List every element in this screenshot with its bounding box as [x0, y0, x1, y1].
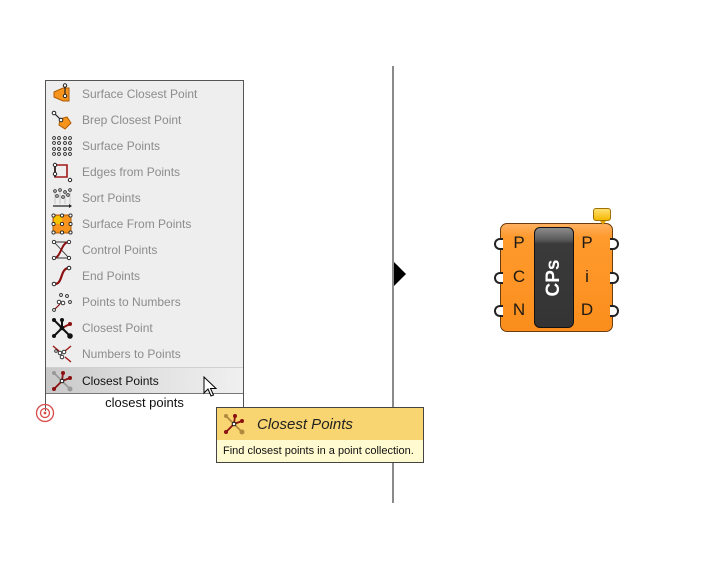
menu-item-end-points[interactable]: End Points: [46, 263, 243, 289]
component-nickname: CPs: [543, 259, 564, 296]
closest-points-icon: [51, 370, 73, 392]
menu-item-label: Surface From Points: [82, 217, 192, 231]
output-port-p[interactable]: [610, 238, 619, 250]
component-search-popup: Surface Closest Point Brep Closest Point…: [45, 80, 244, 411]
menu-item-sort-points[interactable]: Sort Points: [46, 185, 243, 211]
menu-item-label: Edges from Points: [82, 165, 181, 179]
tooltip-header: Closest Points: [217, 408, 423, 440]
tooltip-description: Find closest points in a point collectio…: [223, 445, 414, 457]
menu-item-numbers-to-points[interactable]: Numbers to Points: [46, 341, 243, 367]
menu-item-label: Surface Points: [82, 139, 161, 153]
divider-arrow-icon: [394, 262, 406, 286]
input-port-c[interactable]: [494, 272, 503, 284]
mouse-cursor-icon: [203, 375, 219, 400]
brep-closest-point-icon: [51, 109, 73, 131]
closest-point-icon: [51, 317, 73, 339]
output-label-i: i: [585, 267, 589, 286]
menu-item-label: Sort Points: [82, 191, 141, 205]
menu-item-surface-points[interactable]: Surface Points: [46, 133, 243, 159]
input-port-n[interactable]: [494, 305, 503, 317]
edges-from-points-icon: [51, 161, 73, 183]
menu-item-label: Control Points: [82, 243, 158, 257]
menu-item-label: Brep Closest Point: [82, 113, 182, 127]
menu-item-label: Numbers to Points: [82, 347, 181, 361]
message-balloon-icon[interactable]: [593, 208, 611, 225]
menu-item-label: Closest Points: [82, 374, 159, 388]
output-label-d: D: [580, 300, 594, 319]
input-label-n: N: [512, 300, 526, 319]
component-tooltip: Closest Points Find closest points in a …: [216, 407, 424, 463]
sort-points-icon: [51, 187, 73, 209]
menu-item-label: Surface Closest Point: [82, 87, 198, 101]
points-to-numbers-icon: [51, 291, 73, 313]
menu-item-surface-from-points[interactable]: Surface From Points: [46, 211, 243, 237]
surface-closest-point-icon: [51, 83, 73, 105]
output-label-p: P: [581, 233, 593, 252]
menu-item-control-points[interactable]: Control Points: [46, 237, 243, 263]
input-label-c: C: [512, 267, 526, 286]
input-label-p: P: [513, 233, 525, 252]
tooltip-title: Closest Points: [257, 415, 353, 433]
closest-points-component[interactable]: P C N P i D CPs: [494, 208, 619, 332]
output-port-i[interactable]: [610, 272, 619, 284]
surface-points-icon: [51, 135, 73, 157]
menu-item-edges-from-points[interactable]: Edges from Points: [46, 159, 243, 185]
end-points-icon: [51, 265, 73, 287]
output-port-d[interactable]: [610, 305, 619, 317]
component-nickname-panel: CPs: [534, 227, 574, 328]
menu-item-closest-point[interactable]: Closest Point: [46, 315, 243, 341]
menu-item-label: Closest Point: [82, 321, 153, 335]
surface-from-points-icon: [51, 213, 73, 235]
menu-item-surface-closest-point[interactable]: Surface Closest Point: [46, 81, 243, 107]
menu-item-label: End Points: [82, 269, 141, 283]
closest-points-icon: [223, 413, 245, 435]
target-icon: [35, 403, 55, 423]
search-results-menu: Surface Closest Point Brep Closest Point…: [46, 81, 243, 394]
input-port-p[interactable]: [494, 238, 503, 250]
numbers-to-points-icon: [51, 343, 73, 365]
menu-item-label: Points to Numbers: [82, 295, 181, 309]
menu-item-points-to-numbers[interactable]: Points to Numbers: [46, 289, 243, 315]
control-points-icon: [51, 239, 73, 261]
menu-item-brep-closest-point[interactable]: Brep Closest Point: [46, 107, 243, 133]
